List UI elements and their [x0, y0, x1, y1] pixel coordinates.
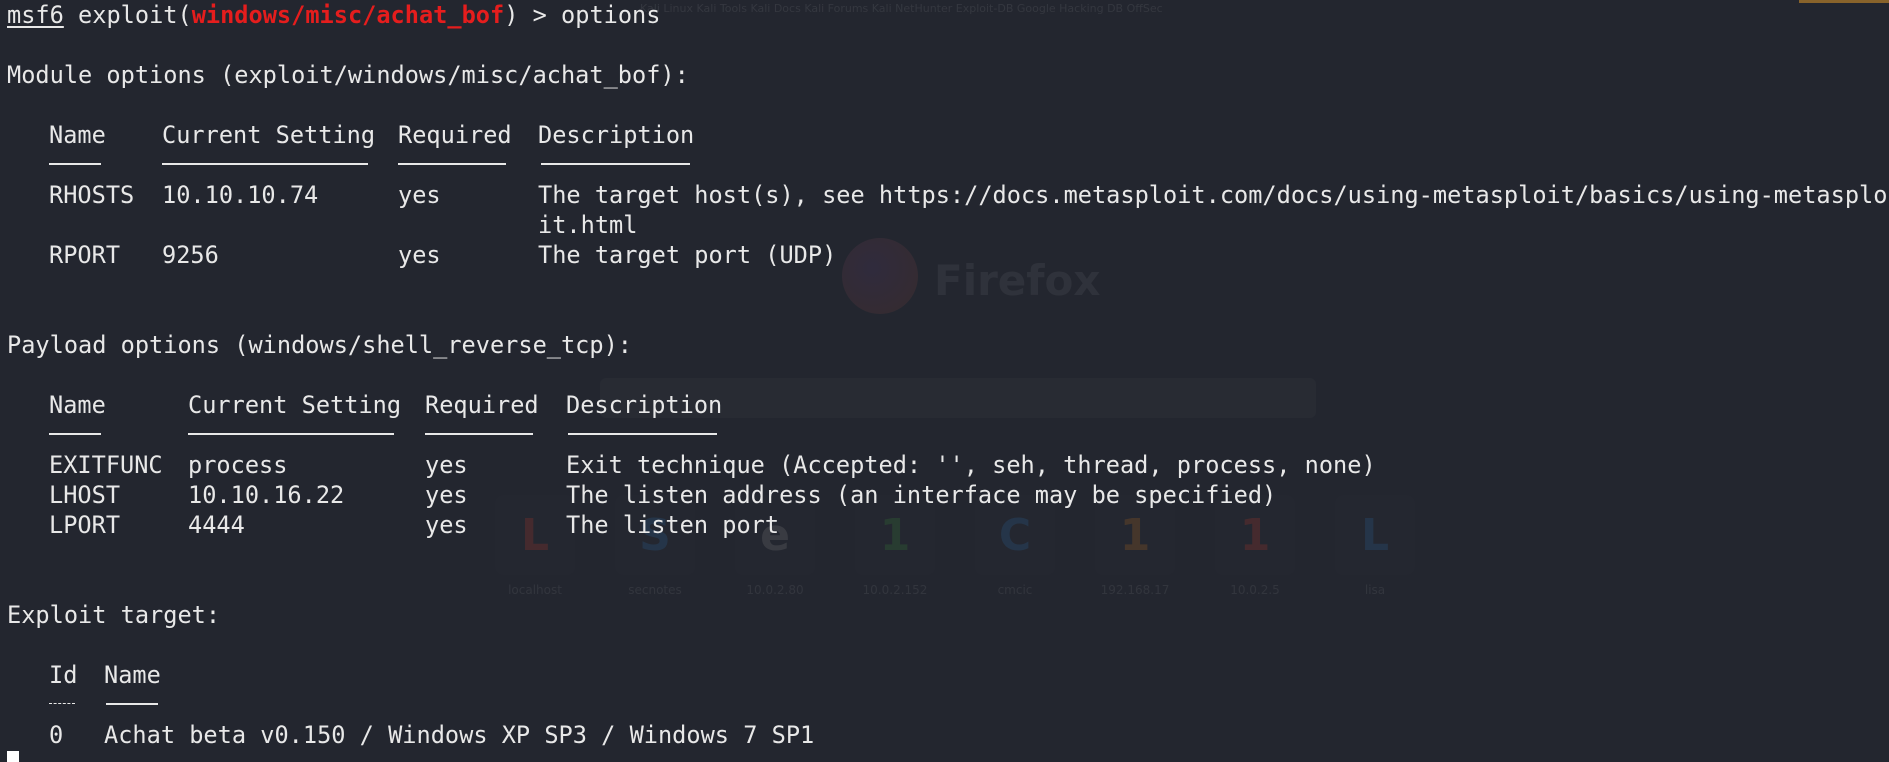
payload-underline-setting [188, 433, 394, 435]
payload-row-lhost-setting: 10.10.16.22 [188, 481, 345, 509]
top-site-label: cmcic [997, 583, 1033, 597]
prompt-module: windows/misc/achat_bof [191, 1, 505, 29]
payload-options-heading: Payload options (windows/shell_reverse_t… [7, 331, 633, 359]
top-site-tile: Llocalhost [495, 495, 575, 598]
module-underline-name [49, 163, 101, 165]
payload-row-lport-required: yes [425, 511, 468, 539]
module-underline-required [398, 163, 506, 165]
module-underline-description [541, 163, 690, 165]
terminal-cursor [7, 751, 19, 762]
payload-header-setting: Current Setting [188, 391, 402, 419]
target-underline-id [49, 703, 75, 704]
module-row-rhosts-setting: 10.10.10.74 [162, 181, 319, 209]
prompt-exploit: exploit( [78, 1, 192, 29]
prompt-line: msf6 exploit(windows/misc/achat_bof) > o… [7, 0, 660, 30]
window-accent-bar [1799, 0, 1889, 3]
target-row-name: Achat beta v0.150 / Windows XP SP3 / Win… [104, 721, 815, 749]
target-header-id: Id [49, 661, 78, 689]
target-underline-name [106, 703, 158, 705]
payload-row-exitfunc-name: EXITFUNC [49, 451, 163, 479]
target-row-id: 0 [49, 721, 64, 749]
payload-row-exitfunc-required: yes [425, 451, 468, 479]
payload-row-lport-description: The listen port [566, 511, 780, 539]
module-row-rport-description: The target port (UDP) [538, 241, 837, 269]
module-row-rport-required: yes [398, 241, 441, 269]
top-site-icon: L [495, 495, 575, 575]
target-header-name: Name [104, 661, 161, 689]
top-site-tile: 1 10.0.2.5 [1215, 495, 1295, 598]
payload-row-exitfunc-description: Exit technique (Accepted: '', seh, threa… [566, 451, 1376, 479]
module-header-required: Required [398, 121, 512, 149]
browser-bookmarks-bar: Kali Linux Kali Tools Kali Docs Kali For… [640, 2, 1163, 15]
module-row-rhosts-required: yes [398, 181, 441, 209]
module-header-description: Description [538, 121, 695, 149]
firefox-logo-icon [842, 238, 918, 314]
module-header-setting: Current Setting [162, 121, 376, 149]
module-header-name: Name [49, 121, 106, 149]
payload-underline-required [425, 433, 533, 435]
top-site-label: secnotes [628, 583, 682, 597]
top-site-label: localhost [508, 583, 562, 597]
payload-underline-name [49, 433, 101, 435]
module-row-rhosts-description: The target host(s), see https://docs.met… [538, 181, 1888, 209]
exploit-target-heading: Exploit target: [7, 601, 221, 629]
module-underline-setting [162, 163, 368, 165]
prompt-command: options [561, 1, 661, 29]
module-row-rhosts-name: RHOSTS [49, 181, 135, 209]
payload-header-name: Name [49, 391, 106, 419]
payload-header-required: Required [425, 391, 539, 419]
top-site-label: 10.0.2.80 [746, 583, 804, 597]
payload-row-lport-name: LPORT [49, 511, 121, 539]
module-row-rport-name: RPORT [49, 241, 121, 269]
payload-row-lhost-name: LHOST [49, 481, 121, 509]
top-site-tile: 1 10.0.2.152 [855, 495, 935, 598]
top-site-tile: 1 192.168.17 [1095, 495, 1175, 598]
prompt-close: ) > [504, 1, 562, 29]
payload-row-lport-setting: 4444 [188, 511, 245, 539]
module-row-rport-setting: 9256 [162, 241, 219, 269]
payload-row-exitfunc-setting: process [188, 451, 288, 479]
module-row-rhosts-description-cont: it.html [538, 211, 638, 239]
firefox-brand-text: Firefox [934, 256, 1101, 305]
background-browser: Kali Linux Kali Tools Kali Docs Kali For… [0, 0, 1889, 762]
payload-row-lhost-required: yes [425, 481, 468, 509]
top-site-label: 10.0.2.5 [1230, 583, 1280, 597]
payload-header-description: Description [566, 391, 723, 419]
module-options-heading: Module options (exploit/windows/misc/ach… [7, 61, 689, 89]
top-site-label: 192.168.17 [1100, 583, 1170, 597]
payload-row-lhost-description: The listen address (an interface may be … [566, 481, 1277, 509]
top-site-tile: Llisa [1335, 495, 1415, 598]
top-site-label: 10.0.2.152 [862, 583, 928, 597]
prompt-msf: msf6 [7, 1, 64, 29]
payload-underline-description [568, 433, 717, 435]
top-site-icon: L [1335, 495, 1415, 575]
top-site-label: lisa [1364, 583, 1386, 597]
top-site-tile: Ccmcic [975, 495, 1055, 598]
